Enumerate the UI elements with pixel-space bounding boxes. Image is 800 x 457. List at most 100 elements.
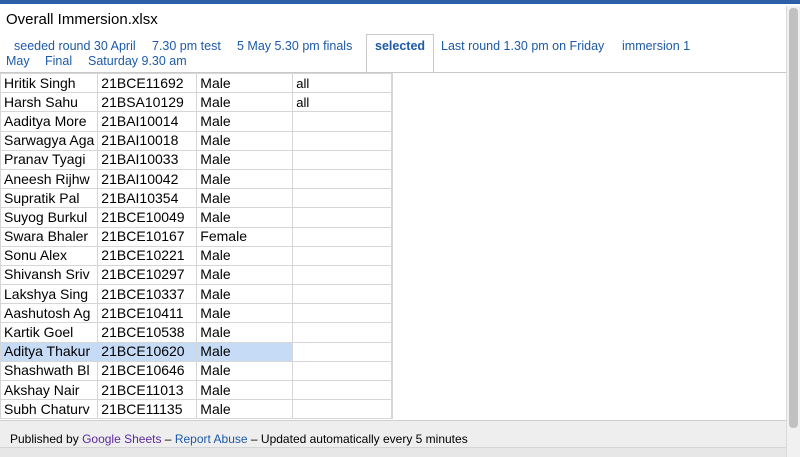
id-cell[interactable]: 21BAI10014 xyxy=(97,111,198,132)
gender-cell[interactable]: Male xyxy=(196,111,294,132)
gender-cell[interactable]: Male xyxy=(196,264,294,286)
note-cell[interactable] xyxy=(292,322,393,343)
note-cell[interactable] xyxy=(292,226,393,247)
id-cell[interactable]: 21BCE11692 xyxy=(97,73,198,94)
gender-cell[interactable]: Male xyxy=(196,207,294,228)
table-row[interactable]: Hritik Singh 21BCE11692 Male all xyxy=(0,73,393,94)
id-cell[interactable]: 21BAI10018 xyxy=(97,130,198,151)
note-cell[interactable] xyxy=(292,264,393,286)
table-row[interactable]: Sonu Alex 21BCE10221 Male xyxy=(0,245,393,266)
gender-cell[interactable]: Male xyxy=(196,92,294,113)
tab-seeded-round[interactable]: seeded round 30 April xyxy=(14,39,136,53)
gender-cell[interactable]: Male xyxy=(196,360,294,382)
name-cell[interactable]: Sonu Alex xyxy=(0,245,99,266)
table-row[interactable]: Suyog Burkul 21BCE10049 Male xyxy=(0,207,393,228)
note-cell[interactable] xyxy=(292,379,393,401)
name-cell[interactable]: Shashwath Bl xyxy=(0,360,99,382)
tab-selected[interactable]: selected xyxy=(366,34,435,73)
horizontal-scrollbar[interactable] xyxy=(0,447,786,457)
note-cell[interactable] xyxy=(292,341,393,362)
note-cell[interactable] xyxy=(292,399,393,419)
note-cell[interactable] xyxy=(292,188,393,209)
table-row[interactable]: Pranav Tyagi 21BAI10033 Male xyxy=(0,149,393,170)
id-cell[interactable]: 21BCE10620 xyxy=(97,341,198,362)
table-row[interactable]: Aaditya More 21BAI10014 Male xyxy=(0,111,393,132)
google-sheets-link[interactable]: Google Sheets xyxy=(82,432,161,446)
id-cell[interactable]: 21BCE10411 xyxy=(97,303,198,324)
name-cell[interactable]: Aneesh Rijhw xyxy=(0,168,99,190)
name-cell[interactable]: Kartik Goel xyxy=(0,322,99,343)
tab-immersion-1[interactable]: immersion 1 xyxy=(622,39,690,53)
id-cell[interactable]: 21BAI10042 xyxy=(97,168,198,190)
gender-cell[interactable]: Male xyxy=(196,303,294,324)
id-cell[interactable]: 21BCE10221 xyxy=(97,245,198,266)
id-cell[interactable]: 21BCE11013 xyxy=(97,379,198,401)
note-cell[interactable] xyxy=(292,284,393,305)
gender-cell[interactable]: Male xyxy=(196,322,294,343)
gender-cell[interactable]: Male xyxy=(196,341,294,362)
tab-7-30-pm-test[interactable]: 7.30 pm test xyxy=(152,39,221,53)
name-cell[interactable]: Supratik Pal xyxy=(0,188,99,209)
name-cell[interactable]: Sarwagya Aga xyxy=(0,130,99,151)
note-cell[interactable] xyxy=(292,207,393,228)
table-row[interactable]: Shashwath Bl 21BCE10646 Male xyxy=(0,360,393,382)
table-row[interactable]: Aashutosh Ag 21BCE10411 Male xyxy=(0,303,393,324)
name-cell[interactable]: Hritik Singh xyxy=(0,73,99,94)
gender-cell[interactable]: Female xyxy=(196,226,294,247)
note-cell[interactable] xyxy=(292,130,393,151)
name-cell[interactable]: Subh Chaturv xyxy=(0,399,99,419)
id-cell[interactable]: 21BCE10049 xyxy=(97,207,198,228)
table-row[interactable]: Lakshya Sing 21BCE10337 Male xyxy=(0,284,393,305)
name-cell[interactable]: Swara Bhaler xyxy=(0,226,99,247)
gender-cell[interactable]: Male xyxy=(196,130,294,151)
id-cell[interactable]: 21BCE10646 xyxy=(97,360,198,382)
name-cell[interactable]: Lakshya Sing xyxy=(0,284,99,305)
note-cell[interactable] xyxy=(292,245,393,266)
scrollbar-thumb[interactable] xyxy=(789,8,798,428)
gender-cell[interactable]: Male xyxy=(196,149,294,170)
note-cell[interactable] xyxy=(292,168,393,190)
table-row[interactable]: Harsh Sahu 21BSA10129 Male all xyxy=(0,92,393,113)
table-row[interactable]: Subh Chaturv 21BCE11135 Male xyxy=(0,399,393,419)
table-row[interactable]: Aditya Thakur 21BCE10620 Male xyxy=(0,341,393,362)
name-cell[interactable]: Suyog Burkul xyxy=(0,207,99,228)
id-cell[interactable]: 21BSA10129 xyxy=(97,92,198,113)
tab-saturday[interactable]: Saturday 9.30 am xyxy=(88,54,187,68)
table-row[interactable]: Supratik Pal 21BAI10354 Male xyxy=(0,188,393,209)
tab-5-may-finals[interactable]: 5 May 5.30 pm finals xyxy=(237,39,352,53)
note-cell[interactable]: all xyxy=(292,92,393,113)
id-cell[interactable]: 21BAI10033 xyxy=(97,149,198,170)
id-cell[interactable]: 21BCE11135 xyxy=(97,399,198,419)
gender-cell[interactable]: Male xyxy=(196,399,294,419)
vertical-scrollbar[interactable] xyxy=(786,6,800,457)
table-row[interactable]: Akshay Nair 21BCE11013 Male xyxy=(0,379,393,401)
name-cell[interactable]: Shivansh Sriv xyxy=(0,264,99,286)
gender-cell[interactable]: Male xyxy=(196,73,294,94)
id-cell[interactable]: 21BAI10354 xyxy=(97,188,198,209)
tab-may[interactable]: May xyxy=(6,54,30,68)
gender-cell[interactable]: Male xyxy=(196,379,294,401)
table-row[interactable]: Shivansh Sriv 21BCE10297 Male xyxy=(0,264,393,286)
name-cell[interactable]: Akshay Nair xyxy=(0,379,99,401)
name-cell[interactable]: Aditya Thakur xyxy=(0,341,99,362)
id-cell[interactable]: 21BCE10337 xyxy=(97,284,198,305)
name-cell[interactable]: Aashutosh Ag xyxy=(0,303,99,324)
id-cell[interactable]: 21BCE10538 xyxy=(97,322,198,343)
gender-cell[interactable]: Male xyxy=(196,245,294,266)
report-abuse-link[interactable]: Report Abuse xyxy=(175,432,248,446)
gender-cell[interactable]: Male xyxy=(196,188,294,209)
table-row[interactable]: Kartik Goel 21BCE10538 Male xyxy=(0,322,393,343)
gender-cell[interactable]: Male xyxy=(196,284,294,305)
note-cell[interactable]: all xyxy=(292,73,393,94)
id-cell[interactable]: 21BCE10167 xyxy=(97,226,198,247)
table-row[interactable]: Swara Bhaler 21BCE10167 Female xyxy=(0,226,393,247)
id-cell[interactable]: 21BCE10297 xyxy=(97,264,198,286)
name-cell[interactable]: Harsh Sahu xyxy=(0,92,99,113)
spreadsheet-grid[interactable]: Hritik Singh 21BCE11692 Male all Harsh Sahu 2… xyxy=(0,73,786,419)
name-cell[interactable]: Aaditya More xyxy=(0,111,99,132)
tab-last-round[interactable]: Last round 1.30 pm on Friday xyxy=(441,39,604,53)
note-cell[interactable] xyxy=(292,303,393,324)
name-cell[interactable]: Pranav Tyagi xyxy=(0,149,99,170)
tab-final[interactable]: Final xyxy=(45,54,72,68)
note-cell[interactable] xyxy=(292,360,393,382)
